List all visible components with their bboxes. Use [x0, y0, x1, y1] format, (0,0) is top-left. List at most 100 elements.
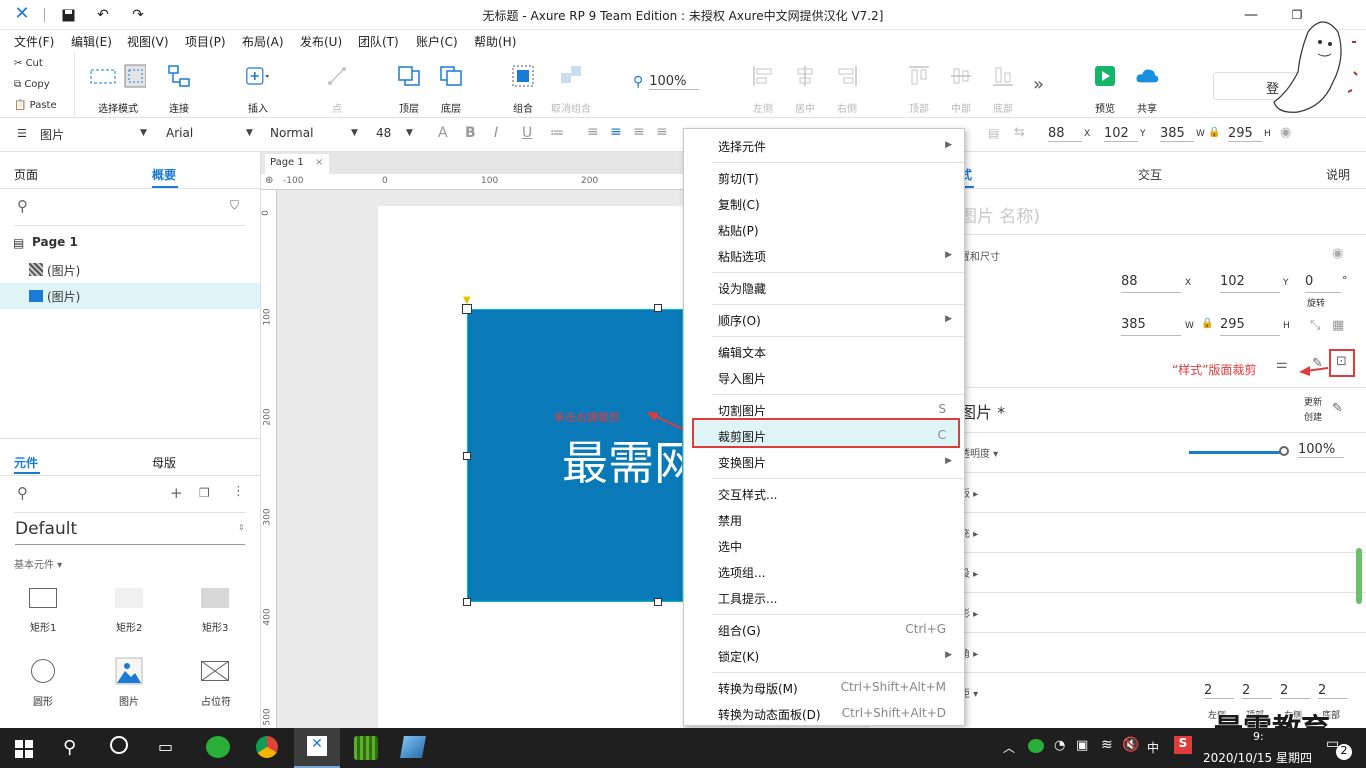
app-icon[interactable]	[400, 736, 426, 758]
context-menu-item[interactable]: 编辑文本	[684, 340, 964, 364]
auto-fit-icon[interactable]: ▦	[1332, 318, 1344, 333]
wechat-tray-icon[interactable]	[1028, 739, 1044, 753]
menu-help[interactable]: 帮助(H)	[474, 33, 516, 50]
page-title[interactable]: Page 1	[32, 235, 78, 249]
task-view-icon[interactable]: ▭	[158, 737, 173, 756]
qq-icon[interactable]: ◔	[1054, 738, 1065, 753]
context-menu-item[interactable]: 剪切(T)	[684, 166, 964, 190]
tab-notes[interactable]: 说明	[1326, 166, 1350, 183]
justify-icon[interactable]: ≡	[656, 124, 668, 140]
menu-view[interactable]: 视图(V)	[127, 33, 169, 50]
menu-team[interactable]: 团队(T)	[358, 33, 399, 50]
menu-publish[interactable]: 发布(U)	[300, 33, 342, 50]
zoom-control[interactable]: ⚲ 100%	[633, 74, 700, 90]
update-button[interactable]: 更新	[1304, 395, 1322, 408]
menu-edit[interactable]: 编辑(E)	[71, 33, 112, 50]
close-icon[interactable]: ×	[315, 157, 323, 168]
section-title[interactable]: 基本元件 ▾	[14, 556, 62, 571]
y-field[interactable]: 102	[1220, 274, 1280, 293]
menu-account[interactable]: 账户(C)	[416, 33, 458, 50]
cut-button[interactable]: ✂ Cut	[14, 58, 43, 69]
italic-icon[interactable]: I	[494, 125, 498, 141]
more-vertical-icon[interactable]: ⋮	[232, 484, 245, 499]
app-icon[interactable]	[354, 736, 378, 760]
chevron-up-icon[interactable]: ︿	[1003, 739, 1015, 756]
library-icon[interactable]: ❐	[199, 486, 210, 500]
clock-time[interactable]: 9:	[1253, 730, 1264, 743]
menu-layout[interactable]: 布局(A)	[242, 33, 284, 50]
ungroup-button[interactable]: 取消组合	[541, 64, 601, 115]
tab-pages[interactable]: 页面	[14, 166, 38, 183]
crop-button[interactable]: ⊡	[1329, 349, 1355, 377]
font-weight-select[interactable]: Normal	[270, 126, 313, 140]
more-tools-icon[interactable]: »	[1033, 74, 1044, 95]
search-icon[interactable]: ⚲	[17, 197, 28, 215]
widget-name-field[interactable]: 图片 名称)	[960, 202, 1040, 227]
align-bottom-button[interactable]: 底部	[973, 64, 1033, 115]
swap-icon[interactable]: ⇆	[1014, 125, 1025, 140]
wifi-icon[interactable]: ≋	[1101, 737, 1113, 753]
padding-left-field[interactable]: 2	[1204, 683, 1234, 699]
library-select[interactable]: Default	[15, 519, 245, 545]
point-button[interactable]: 点	[307, 64, 367, 115]
device-icon[interactable]: ▣	[1076, 738, 1088, 753]
select-mode-button[interactable]: 选择模式	[88, 64, 148, 115]
outline-item-selected[interactable]: (图片)	[0, 283, 260, 309]
image-widget[interactable]: 最需网	[467, 309, 683, 602]
paste-button[interactable]: 📋 Paste	[14, 100, 57, 111]
create-button[interactable]: 创建	[1304, 410, 1322, 423]
font-select[interactable]: Arial	[166, 126, 193, 140]
slider-thumb[interactable]	[1279, 446, 1289, 456]
font-size-select[interactable]: 48	[376, 126, 391, 140]
windows-start-icon[interactable]	[15, 740, 33, 761]
width-field[interactable]: 385	[1121, 317, 1181, 336]
ime-indicator[interactable]: 中	[1147, 739, 1159, 756]
context-menu-item[interactable]: 工具提示...	[684, 586, 964, 610]
height-field[interactable]: 295	[1220, 317, 1280, 336]
rectangle-icon[interactable]	[115, 588, 143, 608]
chrome-icon[interactable]	[256, 736, 278, 758]
copy-button[interactable]: ⧉ Copy	[14, 79, 50, 90]
volume-icon[interactable]: 🔇	[1122, 737, 1139, 753]
resize-handle[interactable]	[654, 304, 662, 312]
align-text-right-icon[interactable]: ≡	[633, 124, 645, 140]
eye-icon[interactable]: ◉	[1280, 125, 1291, 140]
context-menu-item[interactable]: 顺序(O) ▶	[684, 308, 964, 332]
minimize-icon[interactable]: —	[1243, 7, 1259, 23]
tab-page-1[interactable]: Page 1 ×	[265, 154, 329, 174]
tab-widgets[interactable]: 元件	[14, 454, 38, 471]
context-menu-item[interactable]: 导入图片	[684, 366, 964, 390]
edit-style-icon[interactable]: ✎	[1332, 401, 1343, 416]
menu-file[interactable]: 文件(F)	[14, 33, 54, 50]
context-menu-item[interactable]: 选项组...	[684, 560, 964, 584]
context-menu-item[interactable]: 粘贴(P)	[684, 218, 964, 242]
context-menu-item[interactable]: 转换为母版(M) Ctrl+Shift+Alt+M	[684, 676, 964, 700]
tab-outline[interactable]: 概要	[152, 166, 176, 183]
settings-icon[interactable]: ⚌	[1276, 357, 1288, 372]
align-text-center-icon[interactable]: ≡	[610, 124, 622, 140]
underline-icon[interactable]: U	[522, 125, 532, 141]
corner-radius-handle-icon[interactable]: ▼	[463, 295, 471, 306]
padding-top-field[interactable]: 2	[1242, 683, 1272, 699]
context-menu-item[interactable]: 变换图片 ▶	[684, 450, 964, 474]
resize-handle[interactable]	[463, 598, 471, 606]
axure-taskbar-button[interactable]: ✕	[294, 728, 340, 768]
wechat-icon[interactable]	[206, 736, 230, 758]
outline-item[interactable]: (图片)	[0, 257, 260, 283]
tab-interactions[interactable]: 交互	[1138, 166, 1162, 183]
image-icon[interactable]	[115, 657, 143, 685]
cortana-icon[interactable]	[110, 736, 128, 754]
send-to-back-button[interactable]: 底层	[421, 64, 481, 115]
padding-bottom-field[interactable]: 2	[1318, 683, 1348, 699]
x-field[interactable]: 88	[1048, 126, 1082, 142]
resize-handle[interactable]	[463, 452, 471, 460]
padding-right-field[interactable]: 2	[1280, 683, 1310, 699]
filter-icon[interactable]: ⛉	[230, 198, 239, 213]
context-menu-item[interactable]: 选中	[684, 534, 964, 558]
eye-icon[interactable]: ◉	[1332, 246, 1343, 261]
lock-icon[interactable]: 🔒	[1201, 318, 1213, 329]
share-button[interactable]: 共享	[1117, 64, 1177, 115]
context-menu-item[interactable]: 粘贴选项 ▶	[684, 244, 964, 268]
context-menu-item[interactable]: 复制(C)	[684, 192, 964, 216]
style-select[interactable]: 图片	[40, 126, 64, 143]
